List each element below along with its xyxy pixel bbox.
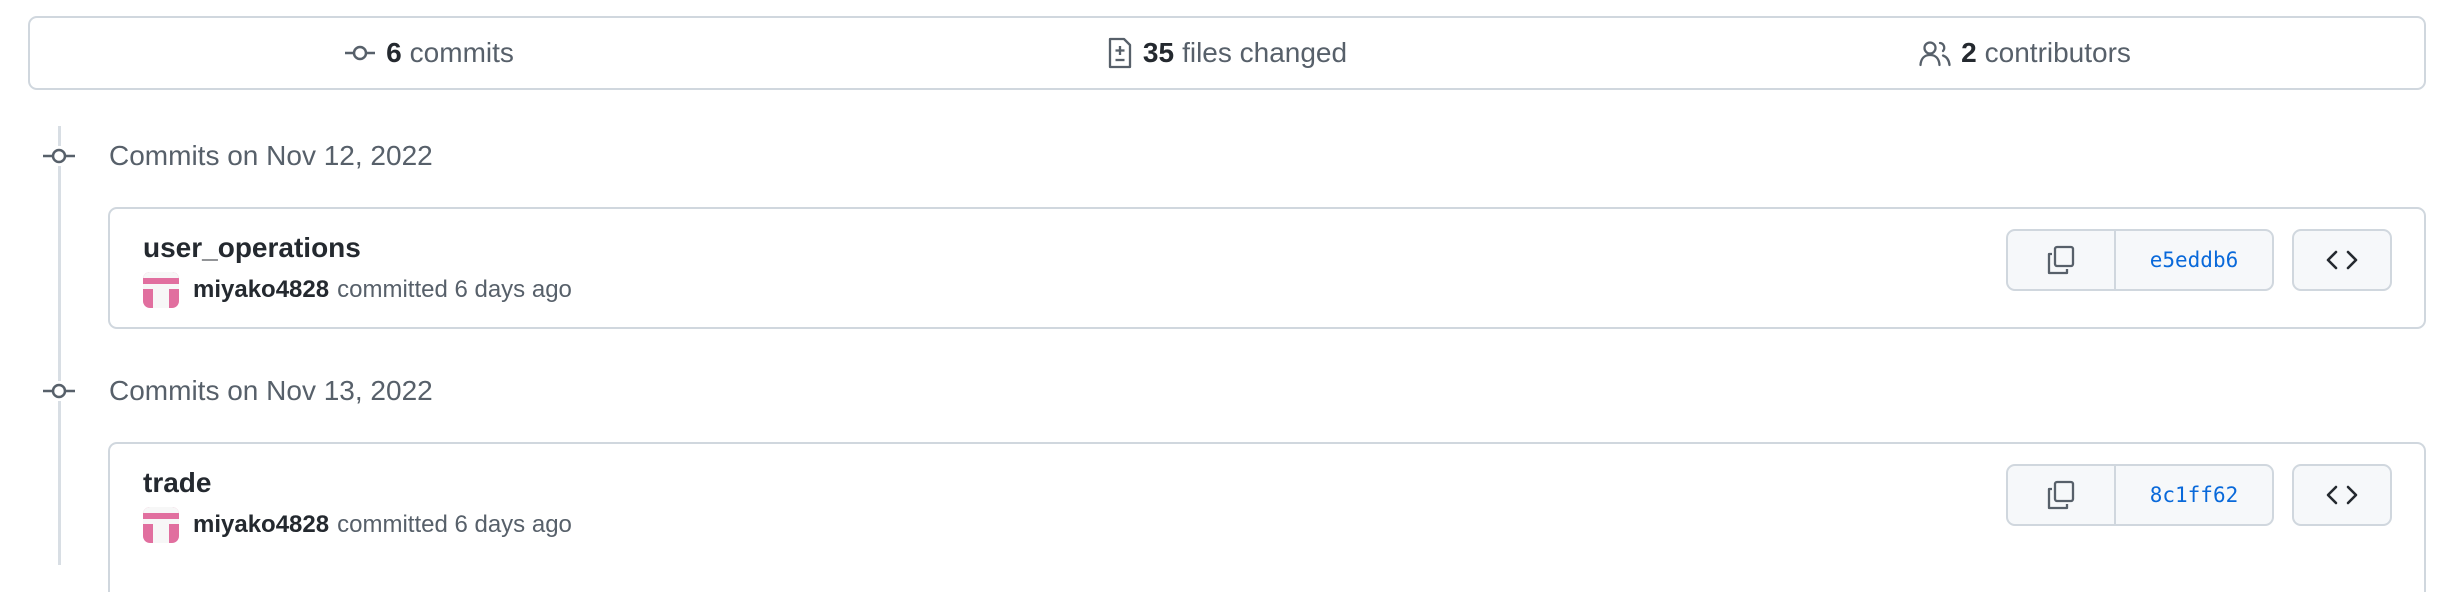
sha-button-group: 8c1ff62: [2006, 464, 2274, 526]
file-diff-icon: [1107, 37, 1133, 69]
commit-sha-link[interactable]: e5eddb6: [2116, 231, 2272, 289]
copy-sha-button[interactable]: [2008, 466, 2116, 524]
commit-group-title: Commits on Nov 13, 2022: [109, 375, 433, 406]
commit-meta: miyako4828 committed 6 days ago: [143, 272, 572, 308]
git-commit-icon: [42, 381, 76, 401]
sha-button-group: e5eddb6: [2006, 229, 2274, 291]
summary-contributors[interactable]: 2 contributors: [1626, 39, 2424, 67]
commit-group-title: Commits on Nov 12, 2022: [109, 140, 433, 171]
copy-icon: [2047, 245, 2075, 275]
contributors-label: contributors: [1984, 37, 2131, 68]
browse-repo-button[interactable]: [2292, 229, 2392, 291]
people-icon: [1919, 39, 1951, 67]
commit-item: trade miyako4828 committed 6 days ago 8c…: [108, 442, 2426, 592]
summary-commits[interactable]: 6 commits: [30, 39, 828, 67]
files-count: 35: [1142, 37, 1175, 68]
commits-label: commits: [409, 37, 514, 68]
copy-icon: [2047, 480, 2075, 510]
code-icon: [2326, 250, 2358, 270]
summary-bar: 6 commits 35 files changed 2 contributor…: [28, 16, 2426, 90]
browse-repo-button[interactable]: [2292, 464, 2392, 526]
commit-author[interactable]: miyako4828: [193, 278, 329, 302]
summary-files-changed[interactable]: 35 files changed: [828, 37, 1626, 69]
avatar[interactable]: [143, 272, 179, 308]
commit-author[interactable]: miyako4828: [193, 513, 329, 537]
git-commit-icon: [344, 43, 376, 63]
commit-sha-link[interactable]: 8c1ff62: [2116, 466, 2272, 524]
files-label: files changed: [1182, 37, 1348, 68]
commit-message[interactable]: user_operations: [143, 234, 361, 262]
code-icon: [2326, 485, 2358, 505]
commits-count: 6: [386, 37, 402, 68]
commit-item: user_operations miyako4828 committed 6 d…: [108, 207, 2426, 329]
timeline-line: [58, 126, 61, 565]
commit-time: committed 6 days ago: [337, 276, 572, 303]
copy-sha-button[interactable]: [2008, 231, 2116, 289]
git-commit-icon: [42, 146, 76, 166]
avatar[interactable]: [143, 507, 179, 543]
contributors-count: 2: [1961, 37, 1977, 68]
commit-meta: miyako4828 committed 6 days ago: [143, 507, 572, 543]
commit-message[interactable]: trade: [143, 469, 211, 497]
commit-time: committed 6 days ago: [337, 511, 572, 538]
